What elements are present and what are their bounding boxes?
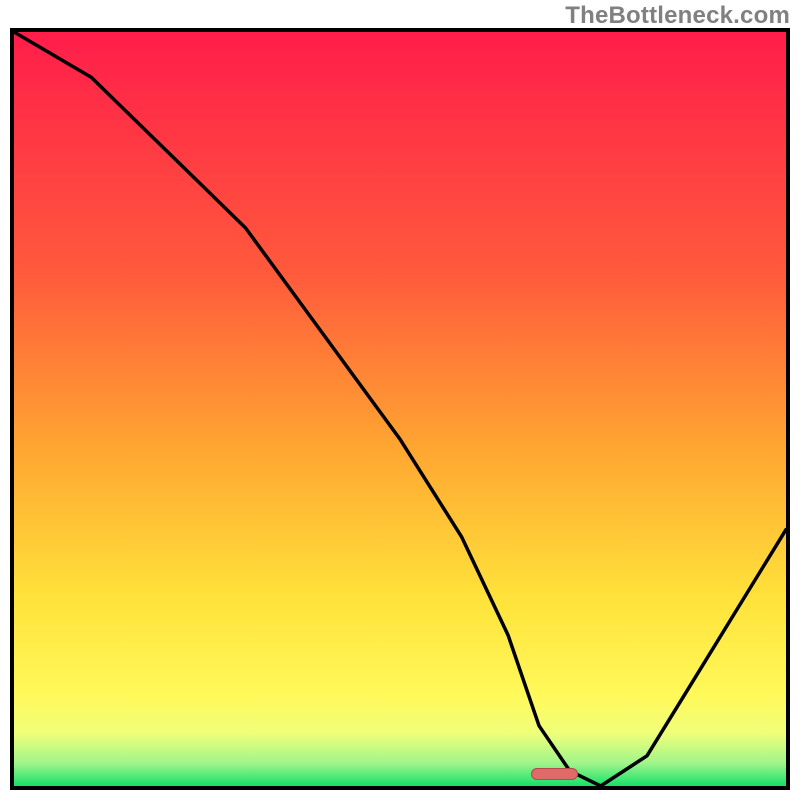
- bottleneck-curve: [14, 32, 786, 786]
- plot-frame: [10, 28, 790, 790]
- chart-stage: TheBottleneck.com: [0, 0, 800, 800]
- watermark-text: TheBottleneck.com: [565, 2, 790, 30]
- optimal-range-marker: [531, 768, 577, 780]
